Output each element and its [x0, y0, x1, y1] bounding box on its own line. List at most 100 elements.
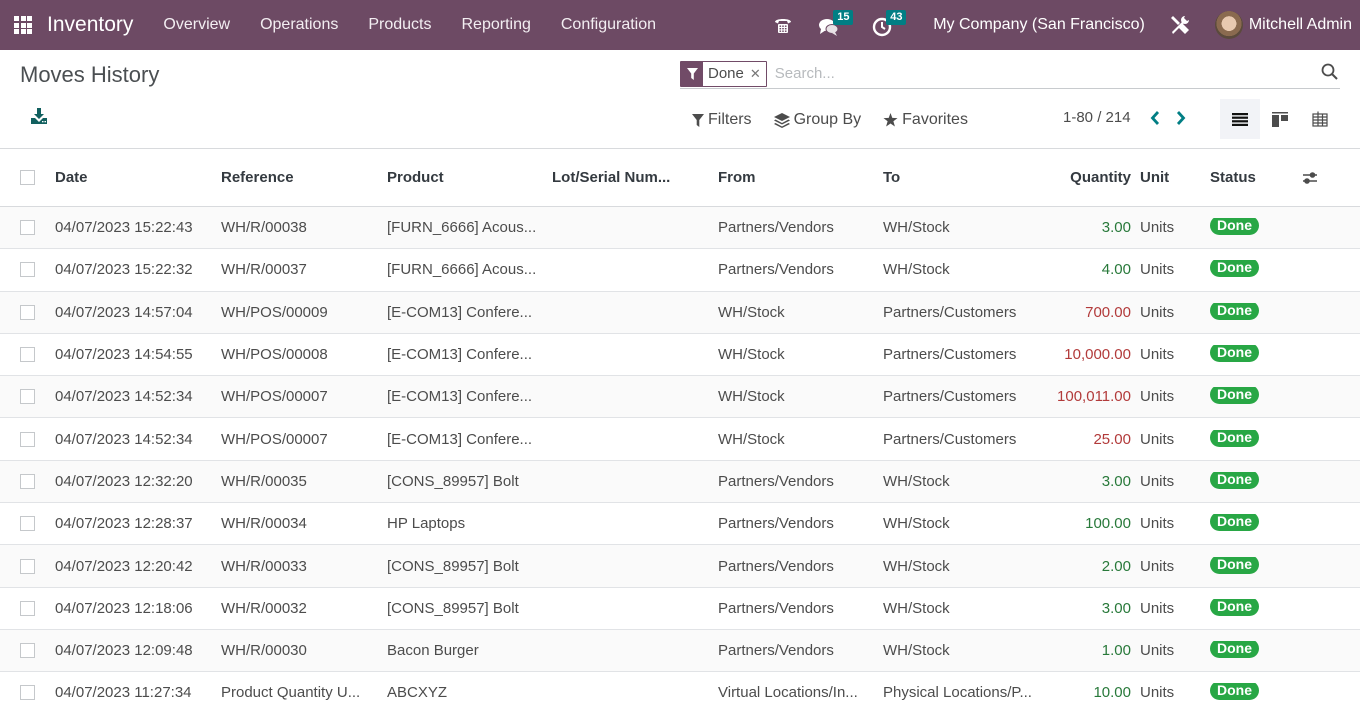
- messages-button[interactable]: 15: [811, 0, 857, 50]
- activities-button[interactable]: 43: [865, 0, 913, 50]
- pager-next-button[interactable]: [1171, 110, 1191, 125]
- table-row[interactable]: 04/07/2023 11:27:34 Product Quantity U..…: [0, 672, 1360, 714]
- nav-item-reporting[interactable]: Reporting: [446, 0, 545, 50]
- table-row[interactable]: 04/07/2023 12:28:37 WH/R/00034 HP Laptop…: [0, 503, 1360, 546]
- cell-from: WH/Stock: [718, 346, 785, 364]
- nav-item-overview[interactable]: Overview: [148, 0, 245, 50]
- favorites-button[interactable]: Favorites: [883, 111, 968, 129]
- app-brand[interactable]: Inventory: [47, 13, 133, 37]
- cell-to: WH/Stock: [883, 472, 950, 490]
- cell-reference: WH/POS/00007: [221, 430, 328, 448]
- filter-icon: [692, 113, 704, 127]
- row-checkbox[interactable]: [20, 473, 35, 489]
- row-checkbox[interactable]: [20, 516, 35, 532]
- nav-item-products[interactable]: Products: [353, 0, 446, 50]
- row-checkbox[interactable]: [20, 643, 35, 659]
- column-header-unit[interactable]: Unit: [1140, 169, 1210, 186]
- voip-phone-button[interactable]: [765, 0, 801, 50]
- row-checkbox[interactable]: [20, 262, 35, 278]
- table-row[interactable]: 04/07/2023 14:52:34 WH/POS/00007 [E-COM1…: [0, 376, 1360, 419]
- debug-tools-button[interactable]: [1167, 0, 1193, 50]
- column-header-from[interactable]: From: [718, 169, 883, 186]
- column-header-to[interactable]: To: [883, 169, 1048, 186]
- row-checkbox[interactable]: [20, 220, 35, 236]
- cell-status: Done: [1210, 683, 1290, 702]
- download-button[interactable]: [30, 108, 48, 128]
- status-badge: Done: [1210, 218, 1259, 236]
- cell-to: WH/Stock: [883, 642, 950, 660]
- row-checkbox[interactable]: [20, 600, 35, 616]
- row-select-cell: [0, 262, 55, 278]
- search-facet-done[interactable]: Done ✕: [680, 60, 767, 87]
- table-row[interactable]: 04/07/2023 14:52:34 WH/POS/00007 [E-COM1…: [0, 418, 1360, 461]
- row-checkbox[interactable]: [20, 389, 35, 405]
- cell-to: Partners/Customers: [883, 388, 1017, 406]
- sliders-icon: [1303, 171, 1317, 184]
- column-header-reference[interactable]: Reference: [221, 169, 387, 186]
- pager-previous-button[interactable]: [1145, 110, 1165, 125]
- column-header-lot[interactable]: Lot/Serial Num...: [552, 169, 718, 186]
- cell-from: Partners/Vendors: [718, 599, 834, 617]
- pager-value[interactable]: 1-80 / 214: [1063, 109, 1131, 126]
- column-header-date[interactable]: Date: [55, 169, 221, 186]
- facet-filter-icon: [681, 61, 703, 86]
- row-checkbox[interactable]: [20, 558, 35, 574]
- kanban-view-button[interactable]: [1260, 99, 1300, 139]
- status-badge: Done: [1210, 345, 1259, 363]
- cell-unit: Units: [1140, 346, 1175, 364]
- cell-product: [E-COM13] Confere...: [387, 430, 533, 448]
- table-row[interactable]: 04/07/2023 14:57:04 WH/POS/00009 [E-COM1…: [0, 291, 1360, 334]
- nav-menu: Overview Operations Products Reporting C…: [148, 0, 671, 50]
- cell-unit: Units: [1140, 515, 1175, 533]
- cell-reference: WH/R/00038: [221, 219, 307, 237]
- search-options: Filters Group By Favorites: [692, 111, 990, 129]
- cell-from: WH/Stock: [718, 430, 785, 448]
- group-by-button[interactable]: Group By: [773, 111, 861, 129]
- optional-columns-toggle[interactable]: [1290, 171, 1330, 185]
- column-header-product[interactable]: Product: [387, 169, 552, 186]
- filters-button[interactable]: Filters: [692, 111, 752, 129]
- nav-item-operations[interactable]: Operations: [245, 0, 353, 50]
- cell-to: WH/Stock: [883, 515, 950, 533]
- apps-grid-icon: [14, 16, 32, 34]
- table-row[interactable]: 04/07/2023 15:22:32 WH/R/00037 [FURN_666…: [0, 249, 1360, 292]
- cell-date: 04/07/2023 15:22:32: [55, 261, 193, 279]
- app-menu-button[interactable]: [0, 0, 46, 50]
- row-checkbox[interactable]: [20, 431, 35, 447]
- row-checkbox[interactable]: [20, 347, 35, 363]
- list-view-button[interactable]: [1220, 99, 1260, 139]
- cell-to: WH/Stock: [883, 261, 950, 279]
- select-all-checkbox[interactable]: [20, 170, 35, 185]
- activities-badge: 43: [886, 10, 907, 25]
- column-header-status[interactable]: Status: [1210, 169, 1290, 186]
- row-select-cell: [0, 304, 55, 320]
- row-checkbox[interactable]: [20, 304, 35, 320]
- facet-remove-icon[interactable]: ✕: [750, 62, 766, 86]
- table-row[interactable]: 04/07/2023 14:54:55 WH/POS/00008 [E-COM1…: [0, 334, 1360, 377]
- table-row[interactable]: 04/07/2023 12:09:48 WH/R/00030 Bacon Bur…: [0, 629, 1360, 673]
- table-row[interactable]: 04/07/2023 15:22:43 WH/R/00038 [FURN_666…: [0, 207, 1360, 250]
- table-row[interactable]: 04/07/2023 12:18:06 WH/R/00032 [CONS_899…: [0, 588, 1360, 630]
- column-header-quantity[interactable]: Quantity: [1048, 169, 1140, 186]
- user-menu[interactable]: Mitchell Admin: [1214, 11, 1352, 39]
- cell-reference: WH/R/00034: [221, 515, 307, 533]
- filters-label: Filters: [708, 111, 752, 128]
- cell-product: [E-COM13] Confere...: [387, 346, 533, 364]
- main-navbar: Inventory Overview Operations Products R…: [0, 0, 1360, 50]
- row-checkbox[interactable]: [20, 685, 35, 701]
- table-row[interactable]: 04/07/2023 12:20:42 WH/R/00033 [CONS_899…: [0, 545, 1360, 588]
- status-badge: Done: [1210, 683, 1259, 701]
- cell-quantity: 10.00: [1093, 684, 1131, 702]
- cell-status: Done: [1210, 218, 1290, 237]
- table-row[interactable]: 04/07/2023 12:32:20 WH/R/00035 [CONS_899…: [0, 460, 1360, 504]
- cell-reference: WH/POS/00007: [221, 388, 328, 406]
- moves-history-table: Date Reference Product Lot/Serial Num...…: [0, 149, 1360, 714]
- pivot-view-button[interactable]: [1300, 99, 1340, 139]
- control-panel: Moves History Done ✕ Filters: [0, 50, 1360, 149]
- cell-quantity: 100,011.00: [1057, 388, 1131, 406]
- company-switcher[interactable]: My Company (San Francisco): [933, 16, 1145, 34]
- cell-status: Done: [1210, 260, 1290, 279]
- search-button[interactable]: [1321, 63, 1338, 84]
- nav-item-configuration[interactable]: Configuration: [546, 0, 671, 50]
- search-input[interactable]: [774, 65, 1340, 82]
